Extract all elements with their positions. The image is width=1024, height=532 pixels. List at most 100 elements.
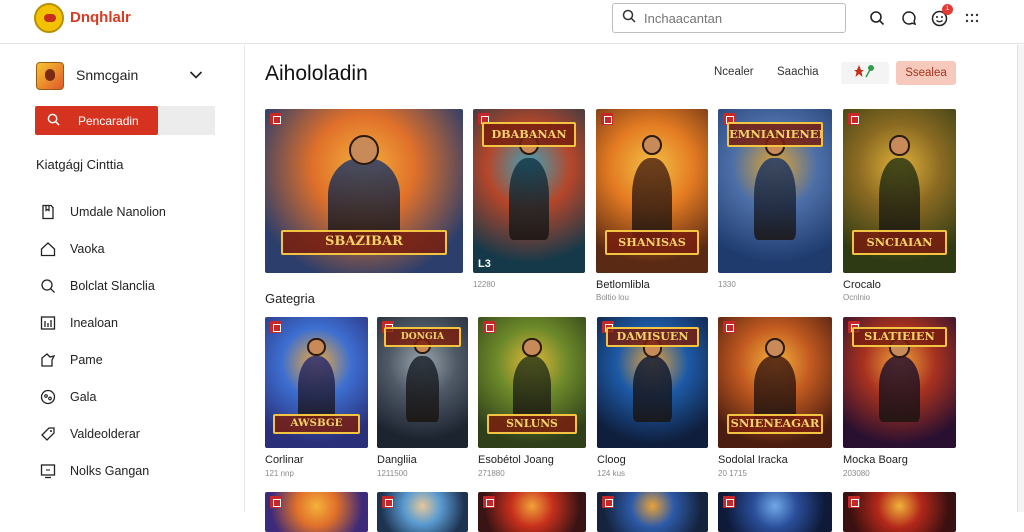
store-badge-icon <box>382 496 394 508</box>
top-bar: Dnqhlalr 1 <box>0 0 1024 44</box>
search-input[interactable] <box>644 10 824 26</box>
game-title[interactable]: Cloog <box>597 454 626 466</box>
game-title[interactable]: Crocalo <box>843 279 881 291</box>
game-meta: 1211500 <box>377 469 408 478</box>
brand-logo[interactable] <box>34 3 64 33</box>
hero-head <box>522 337 542 358</box>
chart-icon <box>38 313 58 333</box>
sidebar-item-label: Valdeolderar <box>70 426 140 441</box>
store-badge-icon <box>270 321 282 333</box>
game-meta: Ocnlnio <box>843 293 871 302</box>
hero-figure <box>508 158 550 241</box>
store-badge-icon <box>483 321 495 333</box>
search-box[interactable] <box>612 3 846 33</box>
sidebar-item-6[interactable]: Valdeolderar <box>38 415 238 452</box>
sidebar-item-1[interactable]: Vaoka <box>38 230 238 267</box>
sidebar-item-label: Gala <box>70 389 97 404</box>
account-name[interactable]: Snmcgain <box>76 67 138 83</box>
game-cover-art[interactable] <box>478 492 586 532</box>
page-title: Aihololadin <box>265 62 368 85</box>
hero-figure <box>328 158 400 241</box>
chat-icon[interactable] <box>899 8 919 28</box>
primary-action-button[interactable]: Ssealea <box>896 61 956 85</box>
game-cover-art[interactable]: SNLUNS <box>478 317 586 448</box>
game-meta: 12280 <box>473 280 496 289</box>
game-meta: 124 kus <box>597 469 626 478</box>
game-title[interactable]: Esobétol Joang <box>478 454 554 466</box>
game-cover-art[interactable]: SNIENEAGAR <box>718 317 832 448</box>
game-cover-art[interactable]: SNCIAIAN <box>843 109 956 273</box>
sidebar-nav: Umdale Nanolion Vaoka Bolclat Slanclia I… <box>38 193 238 489</box>
store-badge-icon <box>602 496 614 508</box>
game-cover-art[interactable]: DAMISUEN <box>597 317 708 448</box>
search-icon <box>622 9 636 28</box>
game-title[interactable]: Dangliia <box>377 454 417 466</box>
sidebar-section-title: Kiatgágj Cinttia <box>36 157 124 172</box>
sidebar-item-label: Umdale Nanolion <box>70 204 166 219</box>
sidebar-item-label: Pame <box>70 352 103 367</box>
game-title[interactable]: Mocka Boarg <box>843 454 908 466</box>
apps-grid-icon[interactable] <box>962 8 982 28</box>
hero-head <box>307 337 326 357</box>
store-badge-icon <box>270 113 282 125</box>
cta-label: Pencaradin <box>78 113 139 128</box>
game-cover-art[interactable]: DONGIA <box>377 317 468 448</box>
game-meta: Boltio lou <box>596 293 629 302</box>
game-meta: 1330 <box>718 280 736 289</box>
sidebar-item-3[interactable]: Inealoan <box>38 304 238 341</box>
game-cover-art[interactable] <box>377 492 468 532</box>
game-cover-art[interactable] <box>597 492 708 532</box>
game-cover-art[interactable]: SLATIEIEN <box>843 317 956 448</box>
cover-title-banner: DAMISUEN <box>605 327 700 348</box>
game-title[interactable]: Betlomlibla <box>596 279 650 291</box>
game-cover-art[interactable]: DBABANAN L3 <box>473 109 585 273</box>
profile-icon[interactable]: 1 <box>929 4 953 28</box>
hero-head <box>641 135 663 156</box>
cta-secondary-area[interactable] <box>158 106 215 135</box>
cover-title-banner: DONGIA <box>384 327 461 348</box>
hero-head <box>764 337 786 359</box>
primary-cta-button[interactable]: Pencaradin <box>35 106 158 135</box>
filter-tab-0[interactable]: Ncealer <box>714 66 754 78</box>
home-icon <box>38 239 58 259</box>
sidebar-item-0[interactable]: Umdale Nanolion <box>38 193 238 230</box>
cover-corner-label: L3 <box>478 258 491 270</box>
sidebar-item-4[interactable]: Pame <box>38 341 238 378</box>
game-cover-art[interactable]: AWSBGE <box>265 317 368 448</box>
hero-figure <box>512 356 552 422</box>
filter-tab-1[interactable]: Saachia <box>777 66 819 78</box>
hero-figure <box>632 356 673 422</box>
sidebar-item-label: Bolclat Slanclia <box>70 278 155 293</box>
game-meta: 203080 <box>843 469 870 478</box>
cover-title-banner: EMNIANIENER <box>727 122 823 147</box>
store-badge-icon <box>601 113 613 125</box>
pin-toggle-button[interactable] <box>841 62 889 84</box>
sidebar-item-label: Inealoan <box>70 315 118 330</box>
search-icon[interactable] <box>867 8 887 28</box>
game-cover-art[interactable]: EMNIANIENER <box>718 109 832 273</box>
scrollbar[interactable] <box>1017 45 1024 512</box>
hero-figure <box>297 356 336 422</box>
compass-icon <box>38 387 58 407</box>
game-cover-art[interactable]: SHANISAS <box>596 109 708 273</box>
game-title[interactable]: Corlinar <box>265 454 304 466</box>
hero-figure <box>754 356 796 422</box>
game-cover-art[interactable]: SBAZIBAR <box>265 109 463 273</box>
game-meta: 121 nnp <box>265 469 294 478</box>
game-cover-art[interactable] <box>718 492 832 532</box>
bookmark-icon <box>38 202 58 222</box>
sidebar-item-5[interactable]: Gala <box>38 378 238 415</box>
tag-icon <box>38 424 58 444</box>
search-icon <box>47 113 60 129</box>
game-title[interactable]: Sodolal Iracka <box>718 454 788 466</box>
cover-title-banner: AWSBGE <box>273 413 360 434</box>
brand-name[interactable]: Dnqhlalr <box>70 9 131 26</box>
store-badge-icon <box>483 496 495 508</box>
game-cover-art[interactable] <box>843 492 956 532</box>
sidebar-item-7[interactable]: Nolks Gangan <box>38 452 238 489</box>
sidebar-item-2[interactable]: Bolclat Slanclia <box>38 267 238 304</box>
account-avatar[interactable] <box>36 62 64 90</box>
cover-title-banner: SHANISAS <box>604 230 700 255</box>
game-cover-art[interactable] <box>265 492 368 532</box>
chevron-down-icon[interactable] <box>189 67 203 85</box>
